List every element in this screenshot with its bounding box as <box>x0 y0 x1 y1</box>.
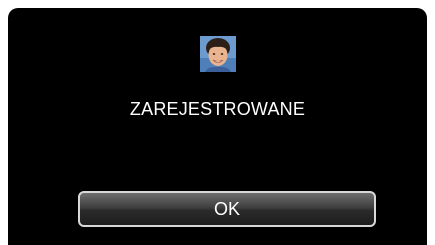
registration-status-text: ZAREJESTROWANE <box>129 99 306 119</box>
registered-face-thumbnail <box>200 36 236 72</box>
registration-confirm-screen: ZAREJESTROWANE OK <box>8 8 427 245</box>
ok-button[interactable]: OK <box>78 191 376 227</box>
